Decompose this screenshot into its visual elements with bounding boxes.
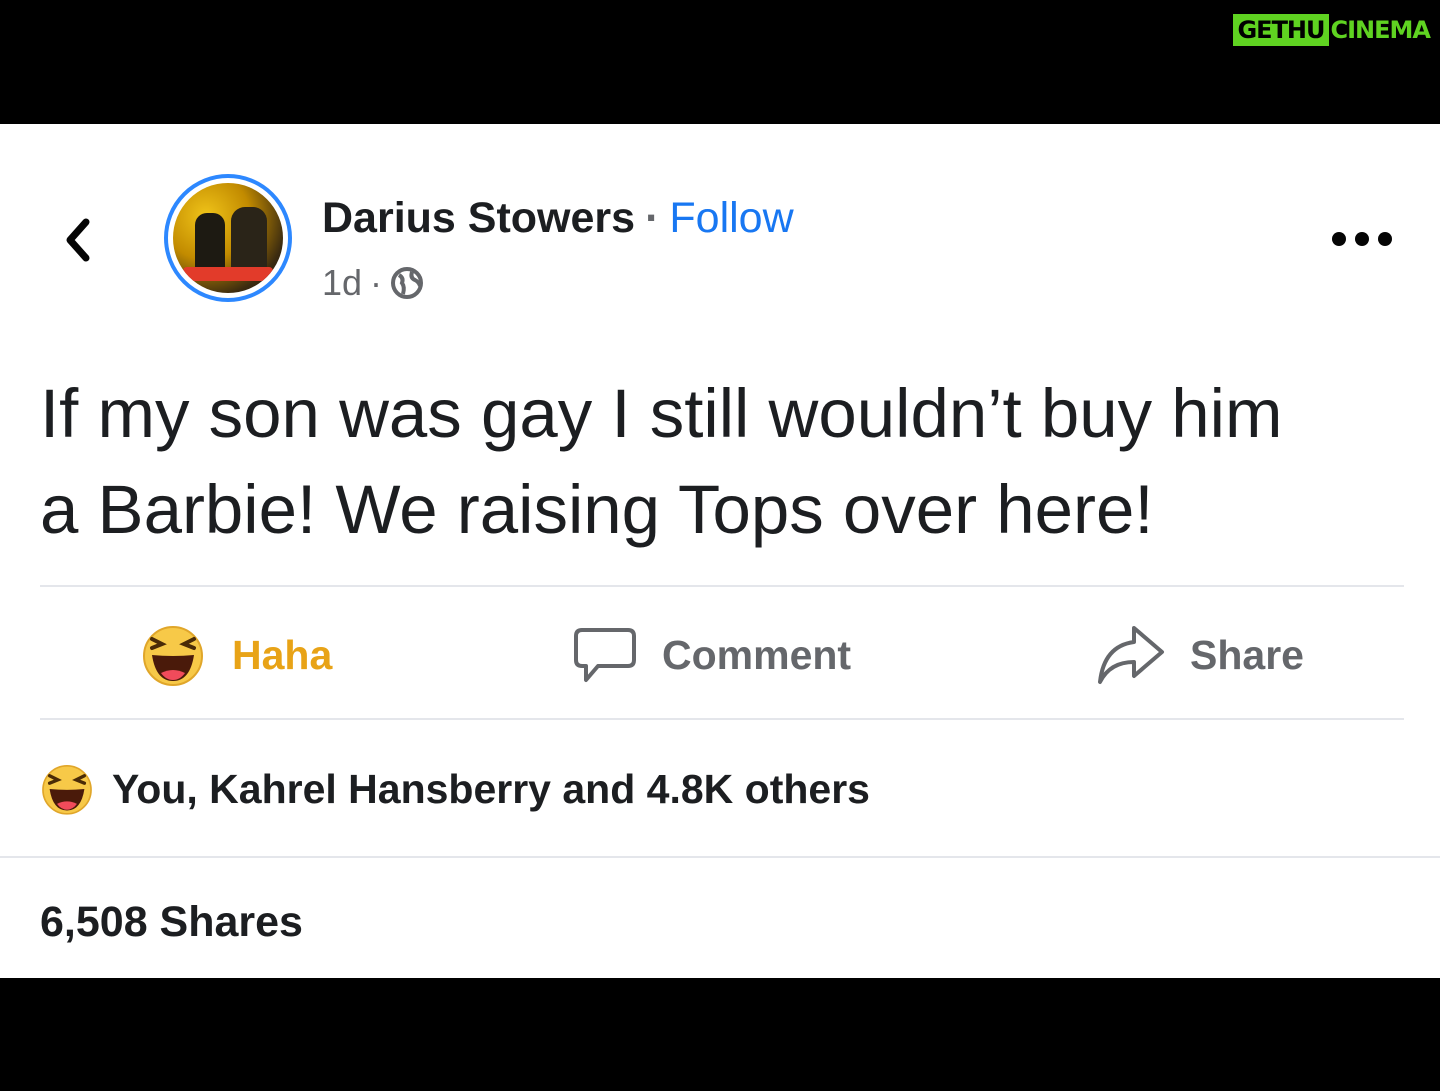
globe-icon bbox=[391, 267, 424, 299]
watermark-part1: GETHU bbox=[1233, 14, 1329, 46]
share-label: Share bbox=[1190, 631, 1304, 678]
watermark-logo: GETHU CINEMA bbox=[1233, 14, 1431, 46]
meta-separator: · bbox=[370, 262, 383, 303]
avatar-image bbox=[173, 183, 283, 293]
haha-emoji-icon bbox=[42, 764, 92, 815]
more-options-button[interactable] bbox=[1332, 226, 1392, 252]
divider bbox=[0, 856, 1440, 858]
author-name[interactable]: Darius Stowers bbox=[322, 194, 635, 243]
reaction-summary[interactable]: You, Kahrel Hansberry and 4.8K others bbox=[38, 760, 870, 818]
more-dot-icon bbox=[1332, 232, 1346, 246]
share-arrow-icon bbox=[1098, 626, 1164, 684]
comment-button[interactable]: Comment bbox=[572, 620, 851, 690]
divider bbox=[40, 718, 1404, 720]
divider bbox=[40, 585, 1404, 587]
share-button[interactable]: Share bbox=[1094, 620, 1304, 690]
watermark-part2: CINEMA bbox=[1330, 16, 1431, 44]
follow-button[interactable]: Follow bbox=[669, 194, 793, 243]
name-separator: · bbox=[645, 194, 660, 242]
reaction-summary-text: You, Kahrel Hansberry and 4.8K others bbox=[112, 765, 870, 812]
chevron-left-icon bbox=[66, 218, 90, 262]
post-meta: 1d · bbox=[322, 262, 424, 304]
haha-button[interactable]: Haha bbox=[138, 620, 332, 690]
avatar[interactable] bbox=[164, 174, 292, 302]
comment-label: Comment bbox=[662, 631, 852, 678]
post-text: If my son was gay I still wouldn’t buy h… bbox=[40, 375, 1283, 548]
shares-count[interactable]: 6,508 Shares bbox=[40, 898, 303, 947]
comment-icon bbox=[574, 628, 636, 682]
more-dot-icon bbox=[1378, 232, 1392, 246]
post-header: Darius Stowers · Follow bbox=[322, 194, 794, 243]
timestamp[interactable]: 1d bbox=[322, 262, 362, 304]
more-dot-icon bbox=[1355, 232, 1369, 246]
back-button[interactable] bbox=[55, 212, 99, 268]
haha-emoji-icon bbox=[143, 626, 203, 686]
haha-label: Haha bbox=[232, 631, 333, 678]
